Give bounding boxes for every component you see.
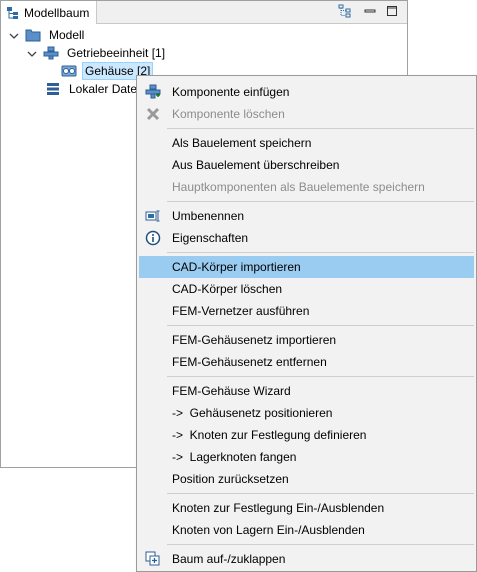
view-menu-button[interactable]: [337, 4, 352, 21]
menu-item-label: Knoten zur Festlegung Ein-/Ausblenden: [172, 501, 385, 515]
menu-item-cad-koerper-loeschen[interactable]: CAD-Körper löschen: [139, 278, 474, 300]
menu-item-position-zuruecksetzen[interactable]: Position zurücksetzen: [139, 468, 474, 490]
menu-item-label: Eigenschaften: [172, 231, 249, 245]
menu-item-fem-gehaeuse-wizard[interactable]: FEM-Gehäuse Wizard: [139, 380, 474, 402]
menu-separator: [167, 252, 474, 253]
menu-item-hauptkomponenten-speichern: Hauptkomponenten als Bauelemente speiche…: [139, 176, 474, 198]
chevron-down-icon[interactable]: [9, 30, 19, 40]
folder-icon: [25, 28, 41, 42]
menu-item-label: FEM-Vernetzer ausführen: [172, 304, 310, 318]
insert-component-icon: [145, 84, 161, 100]
menu-separator: [167, 128, 474, 129]
menu-item-label: Position zurücksetzen: [172, 472, 289, 486]
menu-item-fem-gehaeusenetz-importieren[interactable]: FEM-Gehäusenetz importieren: [139, 329, 474, 351]
menu-item-cad-koerper-importieren[interactable]: CAD-Körper importieren: [139, 256, 474, 278]
menu-item-label: CAD-Körper importieren: [172, 260, 301, 274]
expand-tree-icon: [145, 551, 161, 567]
housing-icon: [61, 64, 77, 78]
menu-item-knoten-festlegung-einausblenden[interactable]: Knoten zur Festlegung Ein-/Ausblenden: [139, 497, 474, 519]
context-menu: Komponente einfügen Komponente löschen A…: [136, 75, 477, 572]
menu-separator: [167, 544, 474, 545]
menu-item-label: Komponente löschen: [172, 107, 285, 121]
menu-item-label: Baum auf-/zuklappen: [172, 552, 286, 566]
collapse-tree-icon: [338, 4, 352, 21]
menu-item-knoten-lagern-einausblenden[interactable]: Knoten von Lagern Ein-/Ausblenden: [139, 519, 474, 541]
tab-modellbaum[interactable]: Modellbaum: [1, 1, 97, 24]
tree-node-label: Modell: [49, 28, 85, 42]
component-icon: [43, 46, 59, 60]
minimize-button[interactable]: [362, 5, 377, 20]
menu-item-label: Umbenennen: [172, 209, 245, 223]
menu-item-gehaeusenetz-positionieren[interactable]: -> Gehäusenetz positionieren: [139, 402, 474, 424]
menu-separator: [167, 376, 474, 377]
minimize-icon: [364, 5, 376, 20]
menu-item-label: -> Lagerknoten fangen: [172, 450, 297, 464]
info-icon: [145, 230, 161, 246]
tree-view-icon: [6, 6, 20, 20]
maximize-button[interactable]: [384, 5, 399, 20]
panel-tabbar: Modellbaum: [1, 1, 407, 24]
menu-item-komponente-einfuegen[interactable]: Komponente einfügen: [139, 81, 474, 103]
menu-item-label: -> Knoten zur Festlegung definieren: [172, 428, 367, 442]
menu-separator: [167, 201, 474, 202]
menu-item-label: Komponente einfügen: [172, 85, 290, 99]
menu-item-fem-gehaeusenetz-entfernen[interactable]: FEM-Gehäusenetz entfernen: [139, 351, 474, 373]
menu-item-label: FEM-Gehäuse Wizard: [172, 384, 291, 398]
menu-item-label: FEM-Gehäusenetz entfernen: [172, 355, 327, 369]
chevron-down-icon[interactable]: [27, 48, 37, 58]
menu-item-label: Aus Bauelement überschreiben: [172, 158, 340, 172]
database-icon: [45, 82, 61, 96]
tree-node-getriebeeinheit[interactable]: Getriebeeinheit [1]: [27, 44, 168, 62]
menu-separator: [167, 493, 474, 494]
menu-item-baum-aufzuklappen[interactable]: Baum auf-/zuklappen: [139, 548, 474, 570]
rename-icon: [145, 208, 161, 224]
tab-title: Modellbaum: [24, 5, 90, 20]
menu-item-aus-bauelement-ueberschreiben[interactable]: Aus Bauelement überschreiben: [139, 154, 474, 176]
menu-item-label: Als Bauelement speichern: [172, 136, 312, 150]
menu-item-komponente-loeschen: Komponente löschen: [139, 103, 474, 125]
tree-node-modell[interactable]: Modell: [9, 26, 87, 44]
menu-item-knoten-festlegung-definieren[interactable]: -> Knoten zur Festlegung definieren: [139, 424, 474, 446]
menu-item-label: CAD-Körper löschen: [172, 282, 283, 296]
menu-item-fem-vernetzer-ausfuehren[interactable]: FEM-Vernetzer ausführen: [139, 300, 474, 322]
menu-separator: [167, 325, 474, 326]
menu-item-umbenennen[interactable]: Umbenennen: [139, 205, 474, 227]
menu-item-eigenschaften[interactable]: Eigenschaften: [139, 227, 474, 249]
tree-node-label: Lokaler Daten: [69, 82, 144, 96]
maximize-icon: [386, 5, 398, 20]
menu-item-label: Hauptkomponenten als Bauelemente speiche…: [172, 180, 425, 194]
menu-item-lagerknoten-fangen[interactable]: -> Lagerknoten fangen: [139, 446, 474, 468]
menu-item-label: Knoten von Lagern Ein-/Ausblenden: [172, 523, 365, 537]
menu-item-label: FEM-Gehäusenetz importieren: [172, 333, 337, 347]
menu-item-als-bauelement-speichern[interactable]: Als Bauelement speichern: [139, 132, 474, 154]
tree-node-label: Getriebeeinheit [1]: [67, 46, 166, 60]
menu-item-label: -> Gehäusenetz positionieren: [172, 406, 333, 420]
tree-node-lokaler-daten[interactable]: Lokaler Daten: [45, 80, 147, 98]
delete-x-icon: [145, 106, 161, 122]
